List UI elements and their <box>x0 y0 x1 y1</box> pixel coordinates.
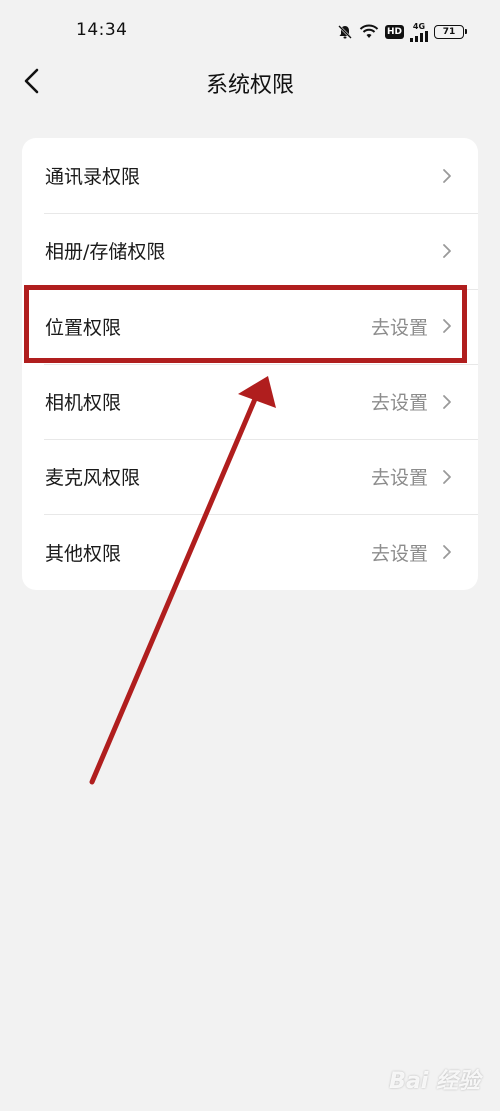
permission-row-camera[interactable]: 相机权限 去设置 <box>22 363 478 439</box>
row-label: 位置权限 <box>45 316 122 339</box>
watermark-logo: Bai 经验 <box>389 1069 480 1094</box>
battery-level: 71 <box>442 27 456 37</box>
header: 系统权限 <box>0 55 500 107</box>
battery-icon: 71 <box>434 25 467 39</box>
row-label: 通讯录权限 <box>45 166 141 189</box>
permission-row-storage[interactable]: 相册/存储权限 <box>22 213 478 288</box>
status-time: 14:34 <box>76 20 128 40</box>
permission-row-location[interactable]: 位置权限 去设置 <box>22 288 478 364</box>
permission-row-microphone[interactable]: 麦克风权限 去设置 <box>22 439 478 514</box>
row-label: 其他权限 <box>45 542 122 565</box>
row-value: 去设置 <box>370 542 428 565</box>
bell-muted-icon <box>337 24 353 40</box>
row-label: 相机权限 <box>45 392 122 415</box>
row-label: 麦克风权限 <box>45 467 141 490</box>
chevron-right-icon <box>443 469 451 484</box>
row-label: 相册/存储权限 <box>45 241 166 264</box>
chevron-right-icon <box>443 545 451 560</box>
chevron-right-icon <box>443 319 451 334</box>
chevron-right-icon <box>443 168 451 183</box>
status-bar: 14:34 HD 4G 71 <box>0 0 500 60</box>
permission-row-contacts[interactable]: 通讯录权限 <box>22 138 478 213</box>
permissions-list: 通讯录权限 相册/存储权限 位置权限 去设置 相机权限 去设置 麦克风权限 去设… <box>22 138 478 590</box>
hd-icon: HD <box>384 25 404 39</box>
row-value: 去设置 <box>370 316 428 339</box>
wifi-icon <box>359 24 379 40</box>
permission-row-other[interactable]: 其他权限 去设置 <box>22 514 478 589</box>
chevron-right-icon <box>443 244 451 258</box>
row-value: 去设置 <box>370 467 428 490</box>
signal-4g-icon: 4G <box>410 21 428 42</box>
chevron-right-icon <box>443 394 451 409</box>
page-title: 系统权限 <box>205 73 294 98</box>
row-value: 去设置 <box>370 392 428 415</box>
status-icons: HD 4G 71 <box>337 21 467 42</box>
network-label: 4G <box>412 21 426 31</box>
